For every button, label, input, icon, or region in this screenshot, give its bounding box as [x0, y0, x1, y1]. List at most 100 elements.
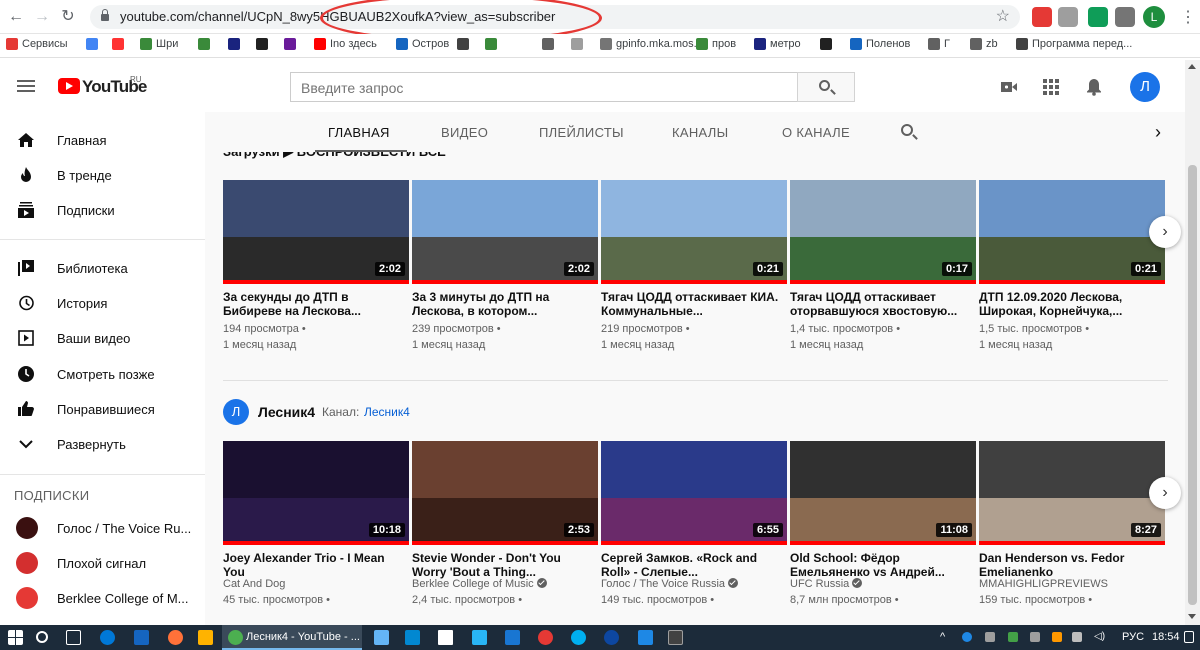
ie-icon[interactable]	[134, 630, 149, 645]
video-thumbnail[interactable]: 2:53	[412, 441, 598, 545]
sidebar-item-subscriptions[interactable]: Подписки	[0, 192, 205, 228]
tab-about[interactable]: О КАНАЛЕ	[782, 125, 850, 140]
bookmark-item[interactable]	[457, 38, 473, 50]
bookmark-item[interactable]	[820, 38, 836, 50]
back-arrow-icon[interactable]: ←	[6, 7, 26, 27]
sidebar-subscription-berklee[interactable]: Berklee College of M...	[0, 580, 205, 616]
video-title[interactable]: Stevie Wonder - Don't You Worry 'Bout a …	[412, 551, 598, 579]
video-card[interactable]: 0:21 ДТП 12.09.2020 Лескова, Широкая, Кор…	[979, 180, 1165, 360]
bookmark-shri[interactable]: Шри	[140, 38, 178, 50]
bookmark-item[interactable]	[256, 38, 272, 50]
video-thumbnail[interactable]: 11:08	[790, 441, 976, 545]
terminal-icon[interactable]	[668, 630, 683, 645]
bookmark-item[interactable]	[571, 38, 587, 50]
sidebar-item-home[interactable]: Главная	[0, 122, 205, 158]
notifications-bell-icon[interactable]	[1085, 78, 1103, 96]
profile-avatar[interactable]: L	[1143, 6, 1165, 28]
task-view-icon[interactable]	[66, 630, 81, 645]
video-title[interactable]: За секунды до ДТП в Бибиреве на Лескова.…	[223, 290, 409, 318]
sidebar-item-liked[interactable]: Понравившиеся	[0, 391, 205, 427]
video-channel[interactable]: UFC Russia	[790, 578, 863, 590]
channel-link[interactable]: Лесник4	[364, 405, 410, 419]
bookmark-google[interactable]	[86, 38, 102, 50]
tab-home[interactable]: ГЛАВНАЯ	[328, 125, 390, 140]
app-icon[interactable]	[604, 630, 619, 645]
shelf-next-button[interactable]: ›	[1149, 216, 1181, 248]
bookmark-star-icon[interactable]: ☆	[996, 6, 1010, 26]
video-title[interactable]: ДТП 12.09.2020 Лескова, Широкая, Корнейч…	[979, 290, 1165, 318]
search-icon[interactable]	[36, 631, 48, 643]
account-avatar[interactable]: Л	[1130, 72, 1160, 102]
bookmark-polenov[interactable]: Поленов	[850, 38, 910, 50]
bluetooth-icon[interactable]	[638, 630, 653, 645]
video-title[interactable]: Тягач ЦОДД оттаскивает оторвавшуюся хвос…	[790, 290, 976, 318]
notifications-icon[interactable]	[1184, 631, 1194, 643]
bookmark-zb[interactable]: zb	[970, 38, 998, 50]
app-icon[interactable]	[405, 630, 420, 645]
video-card[interactable]: 0:21 Тягач ЦОДД оттаскивает КИА. Коммунал…	[601, 180, 787, 360]
battery-icon[interactable]	[1052, 632, 1062, 642]
taskbar-chrome-window[interactable]: Лесник4 - YouTube - ...	[222, 625, 362, 650]
video-thumbnail[interactable]: 8:27	[979, 441, 1165, 545]
app-icon[interactable]	[505, 630, 520, 645]
scroll-down-arrow-icon[interactable]	[1188, 614, 1196, 619]
video-title[interactable]: За 3 минуты до ДТП на Лескова, в котором…	[412, 290, 598, 318]
windows-start-icon[interactable]	[8, 630, 23, 645]
video-title[interactable]: Сергей Замков. «Rock and Roll» - Слепые.…	[601, 551, 787, 579]
video-title[interactable]: Тягач ЦОДД оттаскивает КИА. Коммунальные…	[601, 290, 787, 318]
sidebar-item-history[interactable]: История	[0, 285, 205, 321]
search-input[interactable]: Введите запрос	[290, 72, 798, 102]
video-channel[interactable]: Berklee College of Music	[412, 578, 547, 590]
sidebar-item-your-videos[interactable]: Ваши видео	[0, 320, 205, 356]
extension-green-icon[interactable]	[1088, 7, 1108, 27]
bookmark-gpinfo[interactable]: gpinfo.mka.mos.ru	[600, 38, 706, 50]
video-card[interactable]: 2:53 Stevie Wonder - Don't You Worry 'Bou…	[412, 441, 598, 621]
video-card[interactable]: 2:02 За секунды до ДТП в Бибиреве на Леск…	[223, 180, 409, 360]
bookmark-metro[interactable]: метро	[754, 38, 801, 50]
firefox-icon[interactable]	[168, 630, 183, 645]
channel-avatar[interactable]: Л	[223, 399, 249, 425]
sidebar-item-library[interactable]: Библиотека	[0, 250, 205, 286]
bookmark-g[interactable]: Г	[928, 38, 950, 50]
channel-search-icon[interactable]	[901, 124, 913, 136]
sidebar-subscription-voice[interactable]: Голос / The Voice Ru...	[0, 510, 205, 546]
video-card[interactable]: 0:17 Тягач ЦОДД оттаскивает оторвавшуюся …	[790, 180, 976, 360]
tray-security-icon[interactable]	[1008, 632, 1018, 642]
video-card[interactable]: 8:27 Dan Henderson vs. Fedor Emelianenko M…	[979, 441, 1165, 621]
tray-app-icon[interactable]	[1030, 632, 1040, 642]
tab-playlists[interactable]: ПЛЕЙЛИСТЫ	[539, 125, 624, 140]
bookmark-prov[interactable]: пров	[696, 38, 736, 50]
sidebar-item-watch-later[interactable]: Смотреть позже	[0, 356, 205, 392]
skype-icon[interactable]	[571, 630, 586, 645]
video-thumbnail[interactable]: 2:02	[412, 180, 598, 284]
edge-icon[interactable]	[100, 630, 115, 645]
extension-icon[interactable]	[1058, 7, 1078, 27]
video-channel[interactable]: Голос / The Voice Russia	[601, 578, 739, 590]
language-indicator[interactable]: РУС	[1122, 631, 1144, 643]
video-thumbnail[interactable]: 0:21	[979, 180, 1165, 284]
video-thumbnail[interactable]: 0:17	[790, 180, 976, 284]
bluetooth-tray-icon[interactable]	[962, 632, 972, 642]
bookmark-item[interactable]	[228, 38, 244, 50]
video-card[interactable]: 10:18 Joey Alexander Trio - I Mean You Cat…	[223, 441, 409, 621]
tab-channels[interactable]: КАНАЛЫ	[672, 125, 728, 140]
video-thumbnail[interactable]: 0:21	[601, 180, 787, 284]
tab-videos[interactable]: ВИДЕО	[441, 125, 488, 140]
opera-icon[interactable]	[538, 630, 553, 645]
video-card[interactable]: 2:02 За 3 минуты до ДТП на Лескова, в кот…	[412, 180, 598, 360]
clock[interactable]: 18:54	[1152, 631, 1180, 643]
bookmark-ino[interactable]: Ino здесь	[314, 38, 377, 50]
video-title[interactable]: Joey Alexander Trio - I Mean You	[223, 551, 409, 579]
channel-shelf-title[interactable]: Лесник4	[258, 404, 315, 420]
bookmark-item[interactable]	[542, 38, 558, 50]
bookmark-apps[interactable]: Сервисы	[6, 38, 68, 50]
scroll-up-arrow-icon[interactable]	[1188, 64, 1196, 69]
chevron-right-icon[interactable]: ›	[1155, 122, 1161, 143]
sidebar-item-trending[interactable]: В тренде	[0, 157, 205, 193]
bookmark-yandex[interactable]	[112, 38, 128, 50]
chrome-menu-icon[interactable]: ⋮	[1180, 7, 1196, 27]
tray-app-icon[interactable]	[985, 632, 995, 642]
puzzle-icon[interactable]	[1115, 7, 1135, 27]
section-title-uploads[interactable]: Загрузки ▶ ВОСПРОИЗВЕСТИ ВСЕ	[223, 152, 446, 160]
bookmark-item[interactable]	[198, 38, 214, 50]
